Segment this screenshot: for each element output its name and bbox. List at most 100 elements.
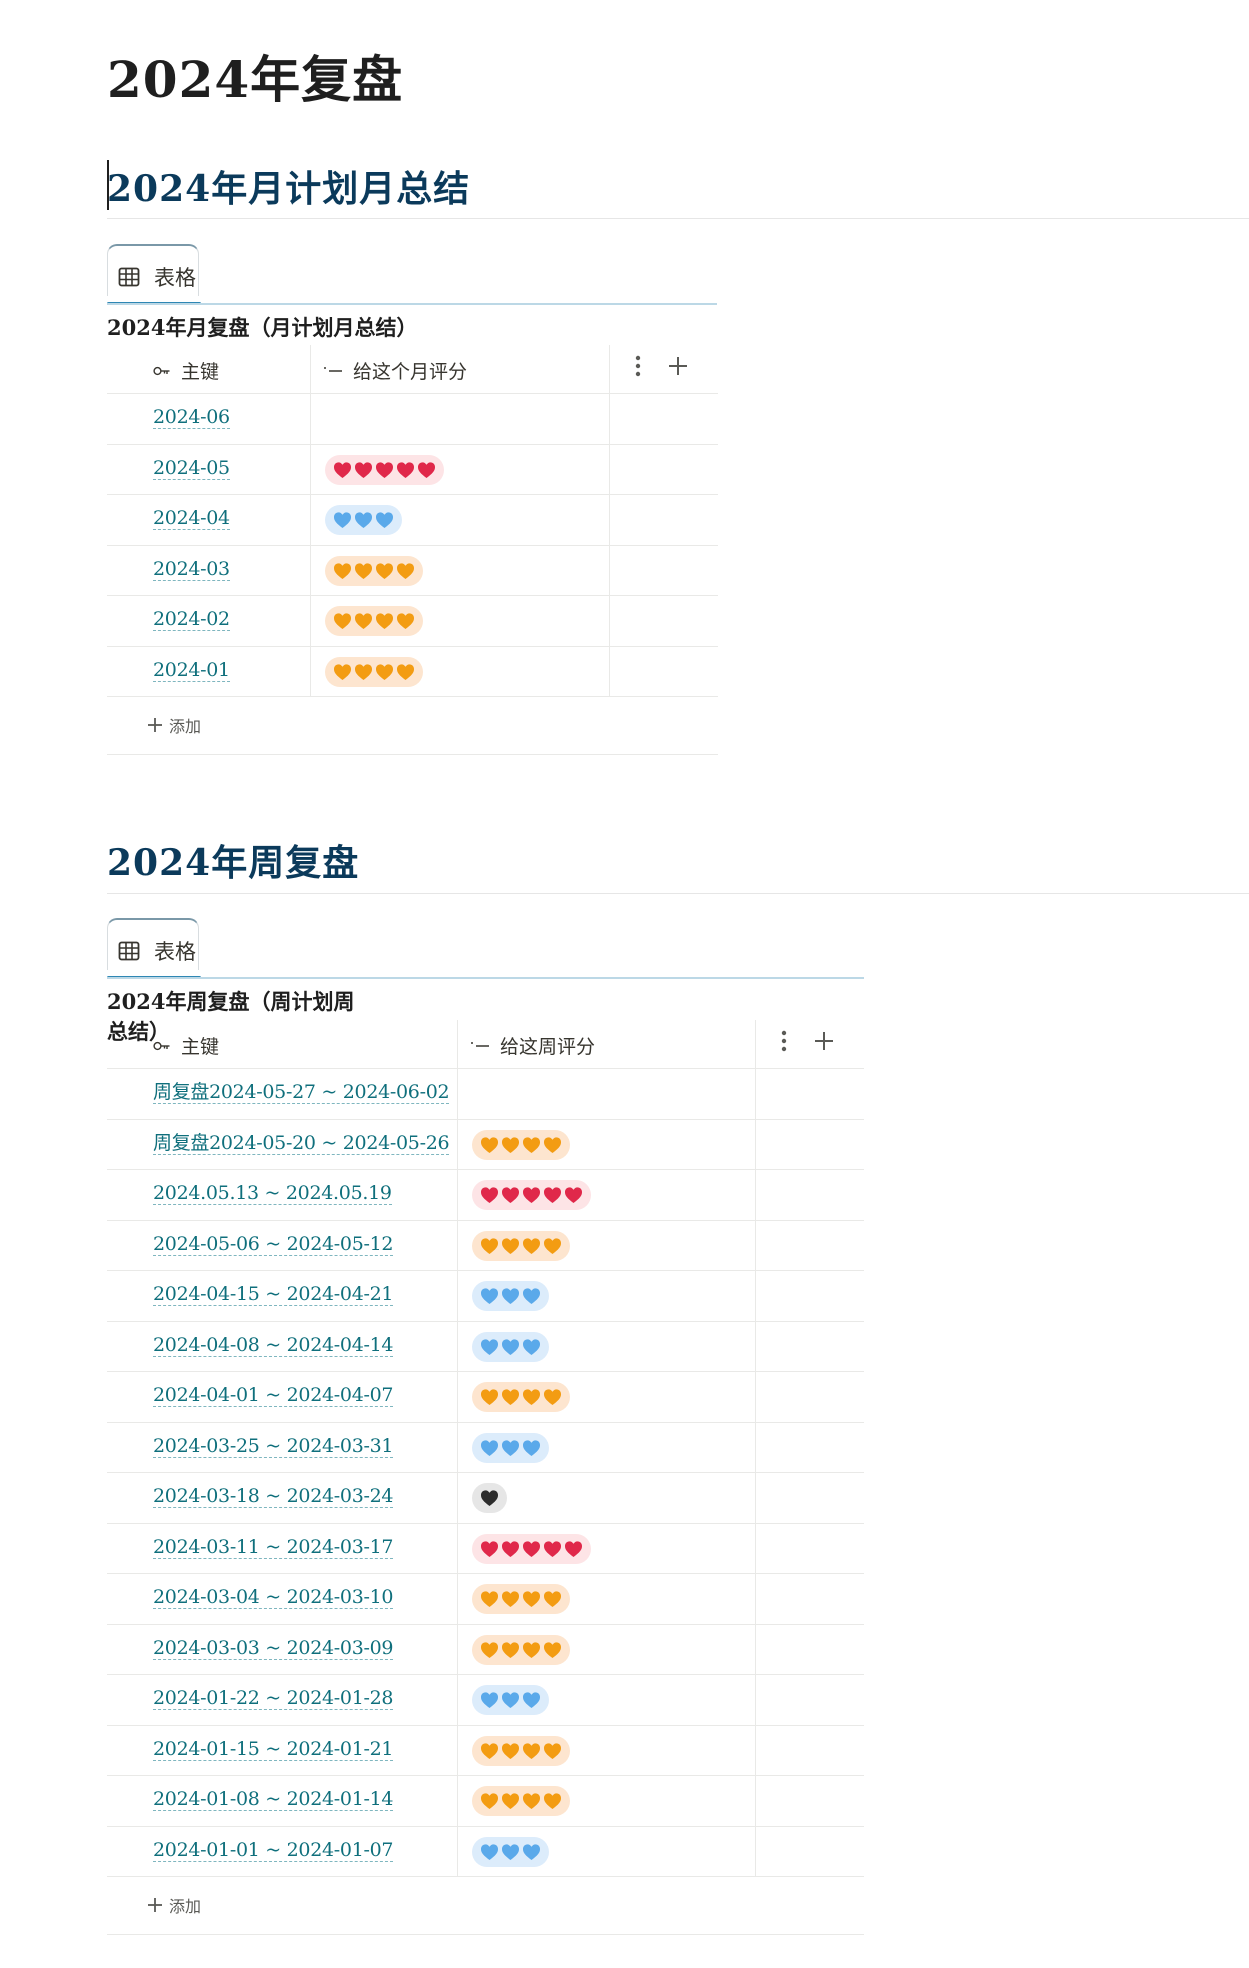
row-title-link[interactable]: 2024-01-01 ~ 2024-01-07	[153, 1839, 394, 1862]
table-row[interactable]: 2024-06	[107, 394, 718, 445]
table-row[interactable]: 2024-04	[107, 495, 718, 546]
column-header-score[interactable]: 给这周评分	[457, 1020, 755, 1068]
row-score-cell[interactable]	[457, 1725, 755, 1775]
row-title-link[interactable]: 2024-03-25 ~ 2024-03-31	[153, 1435, 394, 1458]
row-title-link[interactable]: 2024-03-03 ~ 2024-03-09	[153, 1637, 394, 1660]
table-row[interactable]: 2024-03	[107, 545, 718, 596]
row-title-link[interactable]: 2024-04-15 ~ 2024-04-21	[153, 1283, 394, 1306]
row-score-cell[interactable]	[310, 495, 609, 545]
orange-heart-icon	[480, 1591, 499, 1608]
table-row[interactable]: 2024-02	[107, 596, 718, 647]
row-score-cell[interactable]	[457, 1069, 755, 1119]
row-score-cell[interactable]	[457, 1119, 755, 1169]
rating-tag	[472, 1584, 570, 1614]
red-heart-icon	[522, 1540, 541, 1557]
add-row-button[interactable]: 添加	[107, 1877, 864, 1935]
row-empty-cell	[755, 1170, 864, 1220]
row-title-link[interactable]: 2024-04-01 ~ 2024-04-07	[153, 1384, 394, 1407]
orange-heart-icon	[522, 1591, 541, 1608]
row-title-link[interactable]: 周复盘2024-05-20 ~ 2024-05-26	[153, 1132, 450, 1155]
orange-heart-icon	[354, 613, 373, 630]
view-tab-table[interactable]: 表格	[107, 244, 199, 296]
row-score-cell[interactable]	[310, 394, 609, 444]
column-header-key[interactable]: 主键	[107, 1020, 457, 1068]
row-empty-cell	[755, 1372, 864, 1422]
blue-heart-icon	[375, 512, 394, 529]
row-score-cell[interactable]	[457, 1675, 755, 1725]
table-row[interactable]: 2024-03-11 ~ 2024-03-17	[107, 1523, 864, 1574]
row-score-cell[interactable]	[457, 1776, 755, 1826]
table-row[interactable]: 2024-03-03 ~ 2024-03-09	[107, 1624, 864, 1675]
table-header-row: 主键 给这周评分	[107, 1020, 864, 1069]
table-row[interactable]: 2024-03-04 ~ 2024-03-10	[107, 1574, 864, 1625]
table-row[interactable]: 2024-01-08 ~ 2024-01-14	[107, 1776, 864, 1827]
orange-heart-icon	[480, 1793, 499, 1810]
row-title-link[interactable]: 周复盘2024-05-27 ~ 2024-06-02	[153, 1081, 450, 1104]
table-row[interactable]: 2024-04-08 ~ 2024-04-14	[107, 1321, 864, 1372]
row-score-cell[interactable]	[457, 1372, 755, 1422]
red-heart-icon	[354, 461, 373, 478]
add-property-icon[interactable]	[813, 1030, 835, 1052]
table-body: 周复盘2024-05-27 ~ 2024-06-02 周复盘2024-05-20 …	[107, 1069, 864, 1877]
blue-heart-icon	[501, 1843, 520, 1860]
add-row-label: 添加	[169, 717, 202, 736]
table-row[interactable]: 周复盘2024-05-27 ~ 2024-06-02	[107, 1069, 864, 1120]
row-score-cell[interactable]	[457, 1574, 755, 1624]
row-score-cell[interactable]	[310, 444, 609, 494]
rating-tag	[325, 656, 423, 687]
table-row[interactable]: 2024-05-06 ~ 2024-05-12	[107, 1220, 864, 1271]
row-title-link[interactable]: 2024.05.13 ~ 2024.05.19	[153, 1182, 392, 1205]
row-score-cell[interactable]	[457, 1170, 755, 1220]
row-title-cell: 2024-05-06 ~ 2024-05-12	[107, 1221, 457, 1271]
row-title-link[interactable]: 2024-02	[153, 608, 230, 631]
view-tab-table[interactable]: 表格	[107, 918, 199, 970]
row-title-link[interactable]: 2024-04	[153, 507, 230, 530]
table-row[interactable]: 2024-05	[107, 444, 718, 495]
row-title-link[interactable]: 2024-06	[153, 406, 230, 429]
row-score-cell[interactable]	[457, 1826, 755, 1876]
row-score-cell[interactable]	[457, 1422, 755, 1472]
table-row[interactable]: 2024-03-25 ~ 2024-03-31	[107, 1422, 864, 1473]
table-row[interactable]: 2024-01-15 ~ 2024-01-21	[107, 1725, 864, 1776]
row-score-cell[interactable]	[457, 1220, 755, 1270]
table-row[interactable]: 2024-04-01 ~ 2024-04-07	[107, 1372, 864, 1423]
table-row[interactable]: 2024.05.13 ~ 2024.05.19	[107, 1170, 864, 1221]
blue-heart-icon	[501, 1288, 520, 1305]
more-options-icon[interactable]	[781, 1030, 787, 1052]
column-header-score[interactable]: 给这个月评分	[310, 345, 609, 393]
table-row[interactable]: 2024-04-15 ~ 2024-04-21	[107, 1271, 864, 1322]
orange-heart-icon	[480, 1641, 499, 1658]
row-title-link[interactable]: 2024-03	[153, 558, 230, 581]
row-score-cell[interactable]	[310, 596, 609, 646]
row-title-link[interactable]: 2024-03-11 ~ 2024-03-17	[153, 1536, 394, 1559]
row-title-link[interactable]: 2024-01-22 ~ 2024-01-28	[153, 1687, 394, 1710]
row-title-link[interactable]: 2024-01	[153, 659, 230, 682]
more-options-icon[interactable]	[635, 355, 641, 377]
row-title-link[interactable]: 2024-01-08 ~ 2024-01-14	[153, 1788, 394, 1811]
row-score-cell[interactable]	[310, 545, 609, 595]
row-title-link[interactable]: 2024-05	[153, 457, 230, 480]
row-score-cell[interactable]	[457, 1321, 755, 1371]
row-score-cell[interactable]	[457, 1473, 755, 1523]
table-row[interactable]: 2024-03-18 ~ 2024-03-24	[107, 1473, 864, 1524]
table-row[interactable]: 周复盘2024-05-20 ~ 2024-05-26	[107, 1119, 864, 1170]
table-icon	[118, 267, 140, 287]
table-row[interactable]: 2024-01	[107, 646, 718, 697]
row-title-link[interactable]: 2024-05-06 ~ 2024-05-12	[153, 1233, 394, 1256]
row-title-link[interactable]: 2024-01-15 ~ 2024-01-21	[153, 1738, 394, 1761]
orange-heart-icon	[501, 1742, 520, 1759]
table-row[interactable]: 2024-01-22 ~ 2024-01-28	[107, 1675, 864, 1726]
row-title-cell: 2024-04-08 ~ 2024-04-14	[107, 1322, 457, 1372]
add-property-icon[interactable]	[667, 355, 689, 377]
row-score-cell[interactable]	[310, 646, 609, 696]
row-score-cell[interactable]	[457, 1523, 755, 1573]
row-score-cell[interactable]	[457, 1271, 755, 1321]
row-title-link[interactable]: 2024-03-18 ~ 2024-03-24	[153, 1485, 394, 1508]
row-title-link[interactable]: 2024-03-04 ~ 2024-03-10	[153, 1586, 394, 1609]
row-title-cell: 2024-03-03 ~ 2024-03-09	[107, 1625, 457, 1675]
add-row-button[interactable]: 添加	[107, 697, 718, 755]
column-header-key[interactable]: 主键	[107, 345, 310, 393]
row-score-cell[interactable]	[457, 1624, 755, 1674]
row-title-link[interactable]: 2024-04-08 ~ 2024-04-14	[153, 1334, 394, 1357]
table-row[interactable]: 2024-01-01 ~ 2024-01-07	[107, 1826, 864, 1877]
